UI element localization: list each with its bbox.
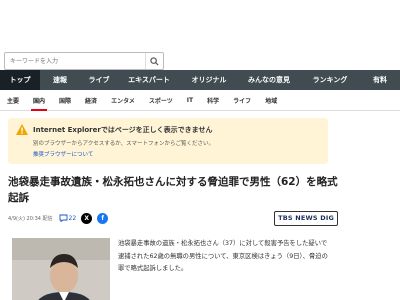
nav-item-breaking[interactable]: 速報 (40, 70, 80, 90)
notice-title: Internet Explorerではページを正しく表示できません (33, 125, 213, 134)
article-body: 池袋暴走事故の遺族・松永拓也さん（37）に対して殺害予告をした疑いで逮捕された6… (118, 240, 328, 272)
source-logo[interactable]: TBS NEWS DIG (274, 210, 338, 226)
tab-sports[interactable]: スポーツ (142, 90, 180, 111)
publish-date: 4/9(火) 20:34 配信 (8, 215, 53, 222)
nav-item-expert[interactable]: エキスパート (118, 70, 180, 90)
article-title: 池袋暴走事故遺族・松永拓也さんに対する脅迫罪で男性（62）を略式起訴 (8, 176, 338, 204)
nav-item-live[interactable]: ライブ (80, 70, 118, 90)
search-input[interactable] (5, 53, 145, 69)
tab-main[interactable]: 主要 (0, 90, 26, 111)
recommended-browser-link[interactable]: 推奨ブラウザーについて (33, 150, 320, 158)
article-meta: 4/9(火) 20:34 配信 22 X f TBS NEWS DIG (8, 210, 338, 226)
tab-it[interactable]: IT (180, 90, 200, 111)
search-icon[interactable] (145, 53, 163, 69)
tab-local[interactable]: 地域 (258, 90, 284, 111)
search-box[interactable] (4, 52, 164, 70)
tab-life[interactable]: ライフ (226, 90, 258, 111)
tab-international[interactable]: 国際 (52, 90, 78, 111)
tab-entertainment[interactable]: エンタメ (104, 90, 142, 111)
nav-item-top[interactable]: トップ (0, 70, 40, 90)
tab-domestic[interactable]: 国内 (26, 90, 52, 111)
comment-icon (59, 214, 67, 222)
comment-count: 22 (68, 214, 77, 222)
tab-economy[interactable]: 経済 (78, 90, 104, 111)
comments-link[interactable]: 22 (59, 214, 77, 222)
nav-item-paid[interactable]: 有料 (360, 70, 400, 90)
nav-item-ranking[interactable]: ランキング (300, 70, 360, 90)
ie-warning-notice: Internet Explorerではページを正しく表示できません 別のブラウザ… (8, 118, 328, 164)
nav-item-original[interactable]: オリジナル (180, 70, 238, 90)
tab-science[interactable]: 科学 (200, 90, 226, 111)
article-photo[interactable] (12, 238, 110, 300)
x-share-icon[interactable]: X (81, 212, 93, 224)
warning-icon (16, 124, 28, 135)
category-navigation: 主要 国内 国際 経済 エンタメ スポーツ IT 科学 ライフ 地域 (0, 90, 400, 111)
facebook-share-icon[interactable]: f (97, 212, 109, 224)
top-navigation: トップ 速報 ライブ エキスパート オリジナル みんなの意見 ランキング 有料 (0, 70, 400, 90)
notice-description: 別のブラウザーからアクセスするか、スマートフォンからご覧ください。 (33, 141, 214, 147)
nav-item-opinion[interactable]: みんなの意見 (238, 70, 300, 90)
